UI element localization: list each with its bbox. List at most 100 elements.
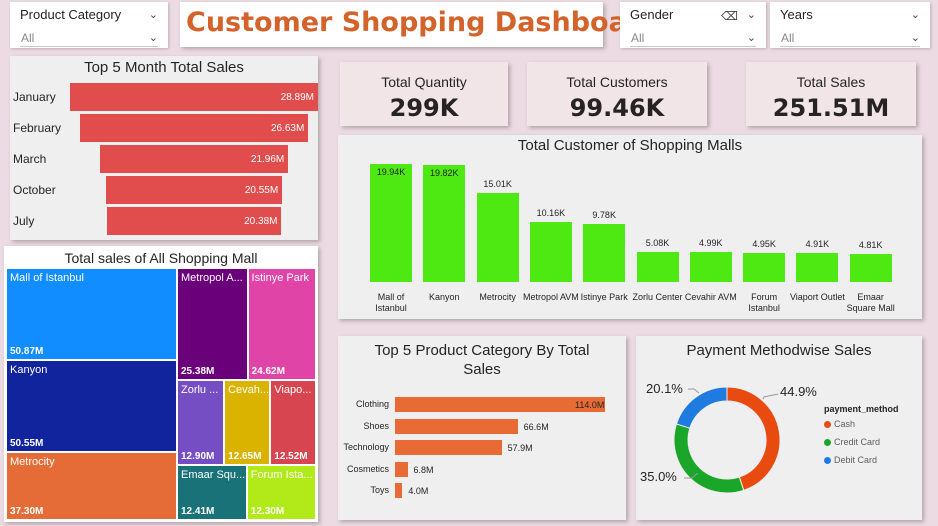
legend-item[interactable]: Credit Card bbox=[824, 437, 880, 447]
chevron-down-icon[interactable]: ⌄ bbox=[747, 31, 756, 44]
top-months-panel[interactable]: Top 5 Month Total Sales January 28.89M Feb… bbox=[10, 56, 318, 240]
funnel-data-label: 20.38M bbox=[244, 216, 278, 227]
treemap-tile[interactable]: Metrocity 37.30M bbox=[6, 452, 177, 520]
kpi-total-customers: Total Customers 99.46K bbox=[527, 62, 707, 126]
chevron-down-icon[interactable]: ⌄ bbox=[911, 8, 920, 21]
bar-category-label: Clothing bbox=[355, 399, 389, 409]
years-value[interactable]: All bbox=[781, 31, 794, 45]
kpi-label: Total Sales bbox=[796, 74, 866, 90]
column-bar[interactable] bbox=[529, 221, 572, 282]
product-category-slicer[interactable]: Product Category ⌄ All ⌄ bbox=[10, 2, 168, 48]
column-data-label: 4.81K bbox=[858, 239, 883, 250]
chevron-down-icon[interactable]: ⌄ bbox=[747, 8, 756, 21]
funnel-data-label: 28.89M bbox=[280, 92, 314, 103]
column-bar[interactable] bbox=[689, 252, 732, 282]
column-data-label: 15.01K bbox=[483, 179, 512, 190]
funnel-chart[interactable]: January 28.89M February 26.63M March 21.96M Oc… bbox=[10, 56, 318, 240]
bar[interactable] bbox=[395, 397, 605, 412]
column-data-label: 9.78K bbox=[592, 210, 616, 221]
kpi-total-sales: Total Sales 251.51M bbox=[746, 62, 916, 126]
column-data-label: 4.91K bbox=[805, 238, 830, 249]
bar-category-label: Toys bbox=[370, 485, 389, 495]
gender-slicer[interactable]: Gender ⌫ ⌄ All ⌄ bbox=[620, 2, 766, 48]
mall-customers-panel[interactable]: Total Customer of Shopping Malls 19.94K M… bbox=[338, 135, 922, 319]
bar[interactable] bbox=[395, 461, 408, 477]
legend-label: Cash bbox=[834, 419, 856, 429]
legend-dot-icon bbox=[824, 439, 831, 447]
column-bar[interactable] bbox=[636, 251, 679, 282]
column-category-label: Zorlu Center bbox=[632, 292, 683, 302]
treemap-tile[interactable]: Kanyon 50.55M bbox=[6, 360, 177, 453]
column-bar[interactable] bbox=[849, 253, 892, 282]
chevron-down-icon[interactable]: ⌄ bbox=[911, 31, 920, 44]
column-category-label: Cevahir AVM bbox=[684, 292, 737, 302]
column-bar[interactable] bbox=[583, 224, 626, 282]
product-category-value[interactable]: All bbox=[21, 31, 34, 45]
column-category-label: Emaar Square Mall bbox=[846, 292, 895, 313]
bar[interactable] bbox=[395, 440, 502, 455]
treemap-tile-name: Istinye Park bbox=[251, 272, 310, 284]
treemap-panel[interactable]: Total sales of All Shopping Mall Mall of… bbox=[4, 246, 318, 522]
legend-dot-icon bbox=[824, 457, 831, 465]
payment-panel[interactable]: Payment Methodwise Sales payment_method … bbox=[636, 336, 922, 520]
treemap-tile[interactable]: Forum Ista... 12.30M bbox=[246, 464, 316, 520]
treemap-tile[interactable]: Istinye Park 24.62M bbox=[247, 268, 316, 380]
treemap-tile-name: Cevah... bbox=[228, 383, 270, 396]
donut-slice[interactable] bbox=[726, 386, 781, 491]
kpi-label: Total Customers bbox=[566, 74, 668, 90]
treemap-tile-value: 24.62M bbox=[251, 365, 285, 377]
donut-chart[interactable] bbox=[636, 336, 922, 520]
column-bar[interactable] bbox=[423, 164, 466, 282]
bar-data-label: 4.0M bbox=[408, 486, 429, 496]
bar[interactable] bbox=[395, 418, 518, 434]
legend-item[interactable]: Debit Card bbox=[824, 455, 877, 465]
dashboard-title: Customer Shopping Dashboard bbox=[186, 7, 660, 38]
legend-item[interactable]: Cash bbox=[824, 419, 855, 429]
chevron-down-icon[interactable]: ⌄ bbox=[149, 8, 158, 21]
column-chart[interactable]: 19.94K Mall of Istanbul 19.82K Kanyon 15.01K… bbox=[338, 135, 922, 319]
funnel-category-label: January bbox=[13, 90, 56, 104]
years-slicer[interactable]: Years ⌄ All ⌄ bbox=[770, 2, 930, 48]
slicer-underline bbox=[780, 46, 920, 47]
gender-value[interactable]: All bbox=[631, 31, 644, 45]
column-data-label: 5.08K bbox=[645, 237, 670, 248]
legend-dot-icon bbox=[824, 421, 831, 429]
treemap-tile-value: 12.90M bbox=[180, 450, 215, 462]
kpi-total-quantity: Total Quantity 299K bbox=[340, 62, 508, 126]
treemap-tile[interactable]: Metropol A... 25.38M bbox=[176, 268, 248, 380]
column-bar[interactable] bbox=[743, 252, 786, 282]
bar-chart[interactable]: Clothing 114.0M Shoes 66.6M Technology 57.9M C… bbox=[338, 336, 626, 520]
bar-data-label: 66.6M bbox=[523, 421, 549, 432]
treemap-tile-value: 50.87M bbox=[10, 346, 44, 358]
column-bar[interactable] bbox=[370, 164, 412, 282]
column-category-label: Forum Istanbul bbox=[748, 292, 780, 313]
chevron-down-icon[interactable]: ⌄ bbox=[149, 31, 158, 44]
panel-title: Total sales of All Shopping Mall bbox=[64, 250, 258, 266]
eraser-icon[interactable]: ⌫ bbox=[721, 9, 738, 23]
treemap-tile[interactable]: Emaar Squ... 12.41M bbox=[176, 464, 247, 520]
bar[interactable] bbox=[395, 483, 403, 498]
treemap-tile-name: Metrocity bbox=[10, 456, 55, 469]
treemap-tile-name: Forum Ista... bbox=[250, 468, 313, 481]
bar-category-label: Technology bbox=[343, 442, 389, 452]
column-data-label: 4.95K bbox=[752, 238, 776, 249]
funnel-data-label: 21.96M bbox=[250, 154, 285, 165]
donut-slice[interactable] bbox=[675, 386, 728, 429]
column-bar[interactable] bbox=[476, 193, 519, 282]
gender-label: Gender bbox=[630, 7, 674, 22]
legend-label: Credit Card bbox=[834, 437, 881, 447]
column-bar[interactable] bbox=[796, 252, 839, 282]
bar-data-label: 114.0M bbox=[575, 400, 605, 410]
treemap-tile-name: Emaar Squ... bbox=[180, 468, 246, 481]
slicer-underline bbox=[20, 46, 158, 47]
treemap-tile[interactable]: Cevah... 12.65M bbox=[224, 379, 271, 465]
treemap-chart[interactable]: Mall of Istanbul 50.87M Kanyon 50.55M Metroc… bbox=[6, 268, 316, 520]
top-categories-panel[interactable]: Top 5 Product Category By Total Sales Cl… bbox=[338, 336, 626, 520]
column-category-label: Kanyon bbox=[429, 292, 460, 302]
percent-label: 35.0% bbox=[640, 469, 677, 484]
treemap-tile[interactable]: Zorlu ... 12.90M bbox=[176, 379, 225, 465]
treemap-tile-name: Kanyon bbox=[10, 364, 48, 377]
treemap-tile[interactable]: Mall of Istanbul 50.87M bbox=[6, 268, 177, 361]
donut-slice[interactable] bbox=[673, 423, 745, 494]
treemap-tile[interactable]: Viapo... 12.52M bbox=[270, 379, 316, 465]
